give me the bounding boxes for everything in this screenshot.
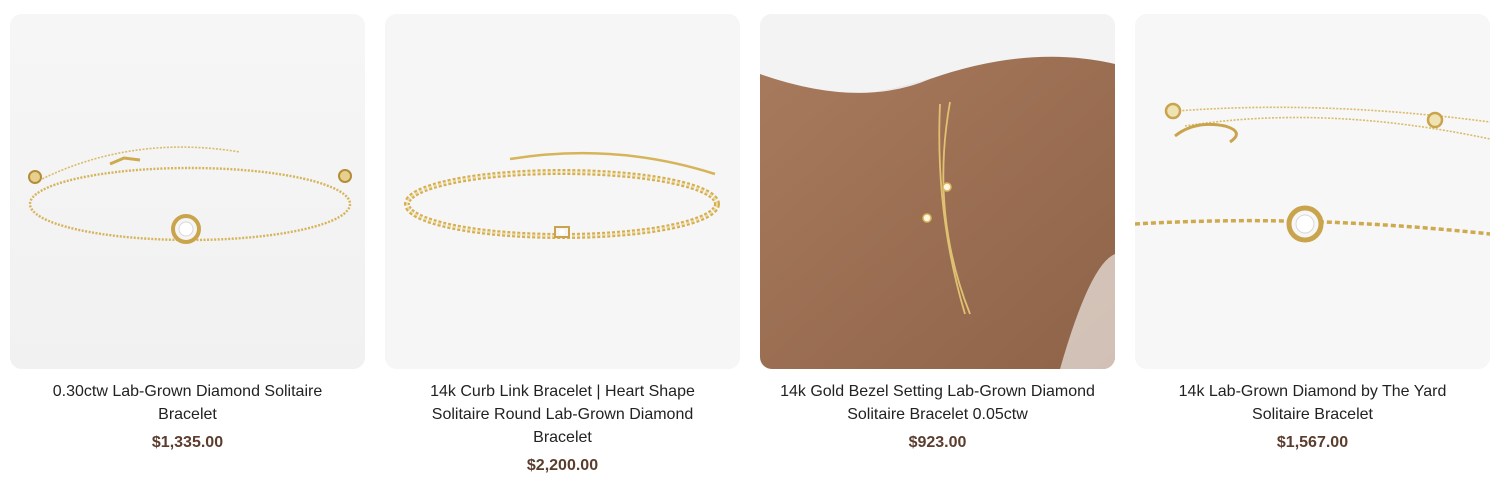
product-card[interactable]: 14k Curb Link Bracelet | Heart Shape Sol…	[385, 14, 740, 476]
product-image[interactable]	[385, 14, 740, 369]
bracelet-image-icon	[10, 14, 365, 369]
product-title[interactable]: 14k Gold Bezel Setting Lab-Grown Diamond…	[760, 380, 1115, 426]
bracelet-image-icon	[1135, 14, 1490, 369]
product-price: $923.00	[908, 434, 967, 451]
bracelet-image-icon	[385, 14, 740, 369]
product-title[interactable]: 14k Curb Link Bracelet | Heart Shape Sol…	[385, 380, 740, 449]
product-price: $1,335.00	[151, 434, 224, 451]
product-price: $1,567.00	[1276, 434, 1349, 451]
product-title[interactable]: 0.30ctw Lab-Grown Diamond Solitaire Brac…	[10, 380, 365, 426]
product-image[interactable]	[10, 14, 365, 369]
wrist-photo-icon	[760, 14, 1115, 369]
product-card[interactable]: 0.30ctw Lab-Grown Diamond Solitaire Brac…	[10, 14, 365, 453]
product-title[interactable]: 14k Lab-Grown Diamond by The Yard Solita…	[1135, 380, 1490, 426]
product-card[interactable]: 14k Lab-Grown Diamond by The Yard Solita…	[1135, 14, 1490, 453]
product-image[interactable]	[760, 14, 1115, 369]
product-card[interactable]: 14k Gold Bezel Setting Lab-Grown Diamond…	[760, 14, 1115, 453]
product-image[interactable]	[1135, 14, 1490, 369]
product-price: $2,200.00	[526, 457, 599, 474]
product-grid: 0.30ctw Lab-Grown Diamond Solitaire Brac…	[0, 0, 1500, 496]
